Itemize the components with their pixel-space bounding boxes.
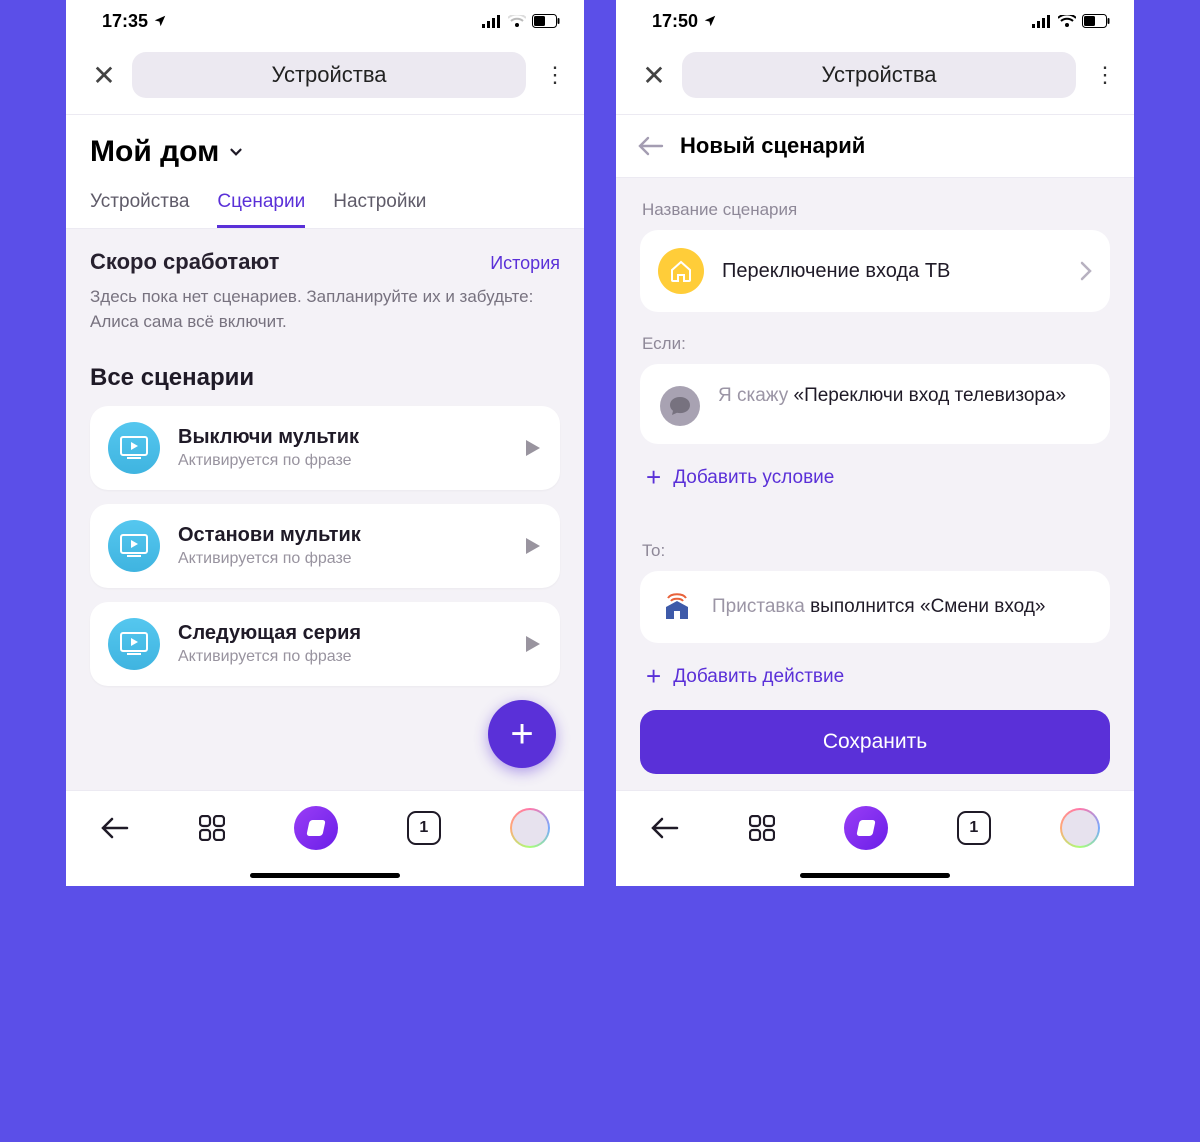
nav-tabs-count[interactable]: 1 bbox=[957, 811, 991, 845]
scenario-title: Следующая серия bbox=[178, 622, 506, 645]
wifi-icon bbox=[508, 15, 526, 28]
scenario-row[interactable]: Следующая серия Активируется по фразе bbox=[90, 602, 560, 686]
location-icon bbox=[703, 14, 717, 28]
tv-play-icon bbox=[108, 422, 160, 474]
more-menu-button[interactable]: ⋮ bbox=[540, 62, 570, 88]
more-menu-button[interactable]: ⋮ bbox=[1090, 62, 1120, 88]
location-icon bbox=[153, 14, 167, 28]
nav-alice[interactable] bbox=[844, 806, 888, 850]
phone-screen-scenarios: 17:35 ✕ Устройства ⋮ Мой дом Устройства … bbox=[66, 0, 584, 886]
battery-icon bbox=[1082, 14, 1110, 28]
subheader-title: Новый сценарий bbox=[680, 133, 865, 159]
tabs: Устройства Сценарии Настройки bbox=[66, 191, 584, 229]
play-icon bbox=[524, 634, 542, 654]
status-time: 17:50 bbox=[652, 11, 717, 32]
close-button[interactable]: ✕ bbox=[640, 59, 668, 92]
nav-profile[interactable] bbox=[510, 808, 550, 848]
tab-devices[interactable]: Устройства bbox=[90, 191, 189, 228]
then-label: То: bbox=[642, 541, 1108, 561]
play-icon bbox=[524, 438, 542, 458]
nav-apps[interactable] bbox=[199, 815, 225, 841]
speech-bubble-icon bbox=[660, 386, 700, 426]
save-button[interactable]: Сохранить bbox=[640, 710, 1110, 774]
status-bar: 17:35 bbox=[66, 0, 584, 42]
tv-play-icon bbox=[108, 520, 160, 572]
bottom-nav: 1 bbox=[66, 790, 584, 886]
device-icon bbox=[660, 593, 694, 621]
scenario-name-value: Переключение входа ТВ bbox=[722, 260, 1062, 283]
scenario-name-row[interactable]: Переключение входа ТВ bbox=[640, 230, 1110, 312]
scenario-title: Останови мультик bbox=[178, 524, 506, 547]
play-icon bbox=[524, 536, 542, 556]
soon-title: Скоро сработают bbox=[90, 249, 279, 275]
tab-settings[interactable]: Настройки bbox=[333, 191, 426, 228]
add-condition-button[interactable]: + Добавить условие bbox=[646, 462, 1104, 493]
all-scenarios-title: Все сценарии bbox=[90, 364, 560, 392]
tab-scenarios[interactable]: Сценарии bbox=[217, 191, 305, 228]
status-bar: 17:50 bbox=[616, 0, 1134, 42]
wifi-icon bbox=[1058, 15, 1076, 28]
status-time: 17:35 bbox=[102, 11, 167, 32]
action-row[interactable]: Приставка выполнится «Смени вход» bbox=[640, 571, 1110, 643]
action-text: Приставка выполнится «Смени вход» bbox=[712, 596, 1045, 618]
add-scenario-fab[interactable]: + bbox=[488, 700, 556, 768]
cellular-icon bbox=[1032, 15, 1052, 28]
condition-text: Я скажу «Переключи вход телевизора» bbox=[718, 382, 1090, 410]
scenario-form: Название сценария Переключение входа ТВ … bbox=[616, 178, 1134, 790]
nav-back[interactable] bbox=[100, 817, 130, 839]
top-bar: ✕ Устройства ⋮ bbox=[616, 42, 1134, 115]
battery-icon bbox=[532, 14, 560, 28]
phone-screen-new-scenario: 17:50 ✕ Устройства ⋮ Новый сценарий Назв… bbox=[616, 0, 1134, 886]
scenario-subtitle: Активируется по фразе bbox=[178, 648, 506, 666]
tv-play-icon bbox=[108, 618, 160, 670]
soon-description: Здесь пока нет сценариев. Запланируйте и… bbox=[90, 285, 560, 334]
if-label: Если: bbox=[642, 334, 1108, 354]
chevron-down-icon bbox=[227, 143, 245, 161]
nav-profile[interactable] bbox=[1060, 808, 1100, 848]
home-indicator bbox=[800, 873, 950, 878]
add-action-button[interactable]: + Добавить действие bbox=[646, 661, 1104, 692]
scenario-subtitle: Активируется по фразе bbox=[178, 452, 506, 470]
scenario-title: Выключи мультик bbox=[178, 426, 506, 449]
nav-alice[interactable] bbox=[294, 806, 338, 850]
scenario-subtitle: Активируется по фразе bbox=[178, 550, 506, 568]
bottom-nav: 1 bbox=[616, 790, 1134, 886]
close-button[interactable]: ✕ bbox=[90, 59, 118, 92]
home-icon bbox=[658, 248, 704, 294]
cellular-icon bbox=[482, 15, 502, 28]
condition-row[interactable]: Я скажу «Переключи вход телевизора» bbox=[640, 364, 1110, 444]
nav-tabs-count[interactable]: 1 bbox=[407, 811, 441, 845]
nav-apps[interactable] bbox=[749, 815, 775, 841]
subheader: Новый сценарий bbox=[616, 115, 1134, 178]
history-link[interactable]: История bbox=[490, 253, 560, 274]
top-bar: ✕ Устройства ⋮ bbox=[66, 42, 584, 115]
home-indicator bbox=[250, 873, 400, 878]
back-button[interactable] bbox=[638, 136, 664, 156]
nav-back[interactable] bbox=[650, 817, 680, 839]
name-label: Название сценария bbox=[642, 200, 1108, 220]
home-header: Мой дом bbox=[66, 115, 584, 169]
scenario-row[interactable]: Выключи мультик Активируется по фразе bbox=[90, 406, 560, 490]
chevron-right-icon bbox=[1080, 261, 1092, 281]
home-dropdown[interactable]: Мой дом bbox=[90, 135, 560, 169]
scenario-row[interactable]: Останови мультик Активируется по фразе bbox=[90, 504, 560, 588]
page-title-pill[interactable]: Устройства bbox=[132, 52, 526, 98]
page-title-pill[interactable]: Устройства bbox=[682, 52, 1076, 98]
